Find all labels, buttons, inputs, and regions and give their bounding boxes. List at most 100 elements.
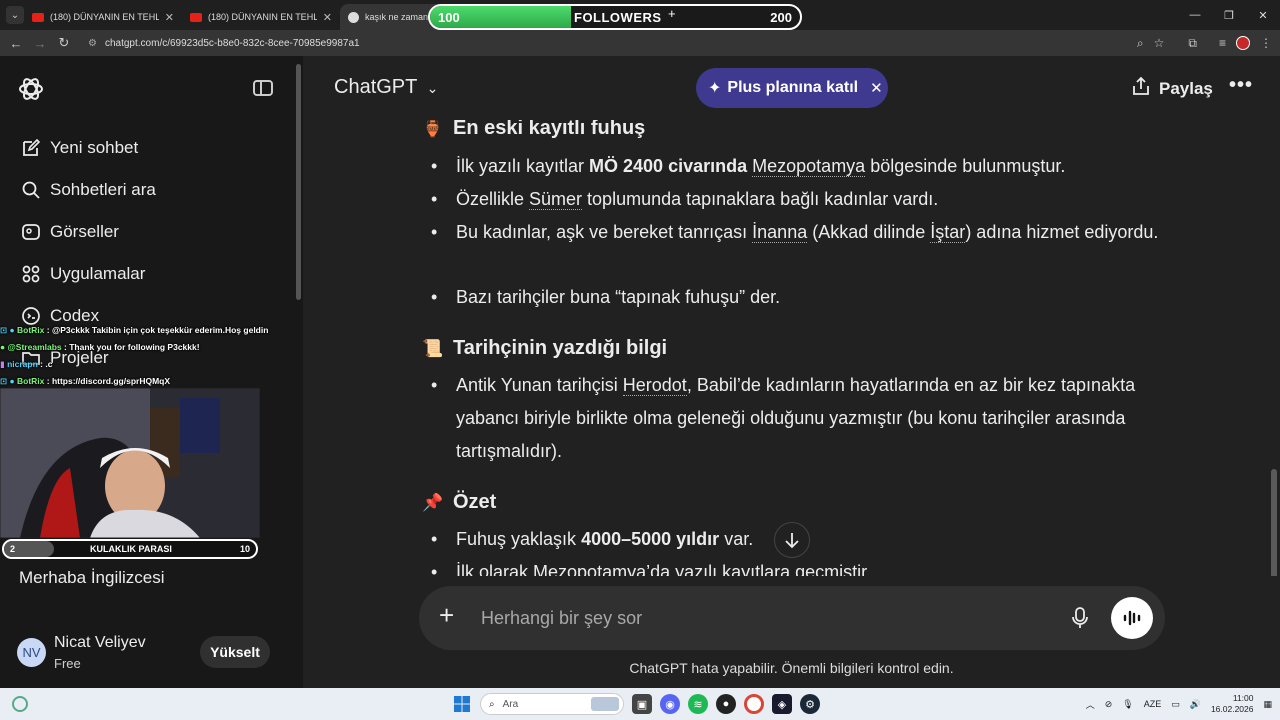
share-button[interactable]: Paylaş: [1131, 76, 1213, 101]
sidebar-item-label: Görseller: [50, 222, 119, 241]
url-field[interactable]: ⚙ chatgpt.com/c/69923d5c-b8e0-832c-8cee-…: [84, 33, 1164, 53]
microphone-icon[interactable]: [1071, 606, 1089, 630]
widgets-icon[interactable]: [12, 696, 28, 712]
display-icon[interactable]: ▭: [1171, 699, 1180, 710]
minimize-icon[interactable]: —: [1178, 0, 1212, 30]
list-item: • İlk yazılı kayıtlar MÖ 2400 civarında …: [431, 156, 1066, 177]
mic-tray-icon[interactable]: 🎙: [1122, 699, 1133, 710]
taskbar-search[interactable]: ⌕ Ara: [480, 693, 624, 715]
entity-link[interactable]: Sümer: [529, 189, 583, 210]
chatgpt-icon: [348, 11, 359, 23]
spotify-icon[interactable]: ≋: [688, 694, 708, 714]
notifications-icon[interactable]: ▦: [1263, 699, 1272, 710]
back-icon[interactable]: ←: [4, 36, 28, 51]
restore-icon[interactable]: ❐: [1212, 0, 1246, 30]
close-tab-icon[interactable]: ✕: [165, 11, 174, 24]
text: (Akkad dilinde: [807, 222, 931, 242]
add-attachment-icon[interactable]: +: [439, 600, 454, 631]
followers-goal-bar: 100 FOLLOWERS + 200: [428, 4, 802, 30]
list-item: • Antik Yunan tarihçisi Herodot, Babil’d…: [431, 375, 1136, 461]
sidebar-item-images[interactable]: Görseller: [20, 218, 119, 246]
text: Özellikle: [456, 189, 530, 209]
taskbar-apps: ⌕ Ara ▣ ◉ ≋ ● ◈ ⚙: [452, 690, 820, 718]
forward-icon[interactable]: →: [28, 36, 52, 51]
profile-avatar-icon[interactable]: [1236, 36, 1250, 50]
close-window-icon[interactable]: ✕: [1246, 0, 1280, 30]
text: Bu kadınlar, aşk ve bereket tanrıçası: [456, 222, 753, 242]
clock-date: 16.02.2026: [1210, 704, 1254, 714]
stream-chat-user: @Streamlabs: [7, 342, 62, 352]
plus-promo-button[interactable]: ✦ Plus planına katıl ✕: [696, 68, 888, 108]
edit-icon: [20, 138, 42, 158]
tab-search-icon[interactable]: ⌄: [6, 6, 24, 24]
sparkle-icon: ✦: [708, 80, 722, 97]
share-label: Paylaş: [1159, 78, 1213, 98]
main-chat-area: 🏺 En eski kayıtlı fuhuş • İlk yazılı kay…: [303, 56, 1280, 688]
obs-icon[interactable]: ●: [716, 694, 736, 714]
sidebar-item-search[interactable]: Sohbetleri ara: [20, 176, 156, 204]
entity-link[interactable]: Mezopotamya: [752, 156, 866, 177]
voice-mode-button[interactable]: [1111, 597, 1153, 639]
model-selector[interactable]: ChatGPT ⌄: [334, 76, 438, 99]
volume-icon[interactable]: 🔊: [1190, 699, 1201, 710]
window-controls: — ❐ ✕: [1178, 0, 1280, 30]
list-item: • Bu kadınlar, aşk ve bereket tanrıçası …: [431, 222, 1159, 243]
close-icon[interactable]: ✕: [870, 79, 883, 97]
text: ) adına hizmet ediyordu.: [965, 222, 1159, 242]
close-tab-icon[interactable]: ✕: [323, 11, 332, 24]
promo-label: Plus planına katıl: [727, 79, 859, 96]
images-icon: [20, 222, 42, 242]
chevron-down-icon: ⌄: [426, 80, 439, 96]
reading-list-icon[interactable]: ≡: [1219, 36, 1226, 50]
windows-start-icon[interactable]: [452, 694, 472, 714]
entity-link[interactable]: İştar: [930, 222, 966, 243]
share-icon: [1131, 76, 1151, 101]
entity-link[interactable]: İnanna: [752, 222, 808, 243]
openai-logo-icon[interactable]: [18, 76, 44, 102]
sidebar-item-new-chat[interactable]: Yeni sohbet: [20, 134, 138, 162]
more-options-icon[interactable]: •••: [1229, 74, 1253, 97]
chat-header: ChatGPT ⌄ ✦ Plus planına katıl ✕ Paylaş …: [303, 56, 1280, 120]
chrome-icon[interactable]: [744, 694, 764, 714]
system-tray: ︿ ⊘ 🎙 AZE ▭ 🔊 11:00 16.02.2026 ▦: [1086, 688, 1272, 720]
sidebar-toggle-icon[interactable]: [253, 80, 273, 96]
discord-icon[interactable]: ◉: [660, 694, 680, 714]
prompt-input[interactable]: [481, 602, 1041, 634]
stream-chat-text: : @P3ckkk Takibin için çok teşekkür eder…: [46, 325, 269, 335]
browser-tab-1[interactable]: (180) DÜNYANIN EN TEHLİKELİ ✕: [24, 4, 182, 30]
clock[interactable]: 11:00 16.02.2026: [1211, 693, 1254, 715]
reload-icon[interactable]: ↻: [52, 35, 76, 51]
stream-chat-text: : https://discord.gg/sprHQMqX: [46, 376, 171, 386]
network-off-icon[interactable]: ⊘: [1105, 699, 1113, 710]
entity-link[interactable]: Herodot: [622, 375, 687, 396]
site-info-icon[interactable]: ⚙: [88, 38, 97, 49]
extensions-icon[interactable]: ⧉: [1188, 36, 1197, 51]
tray-chevron-icon[interactable]: ︿: [1086, 698, 1095, 711]
language-indicator[interactable]: AZE: [1144, 699, 1162, 709]
stream-chat-line: ● @Streamlabs : Thank you for following …: [0, 342, 200, 352]
app-icon[interactable]: ◈: [772, 694, 792, 714]
upgrade-button[interactable]: Yükselt: [200, 636, 270, 668]
zoom-icon[interactable]: ⌕: [1137, 36, 1144, 51]
task-view-icon[interactable]: ▣: [632, 694, 652, 714]
windows-taskbar: ⌕ Ara ▣ ◉ ≋ ● ◈ ⚙ ︿ ⊘ 🎙 AZE ▭ 🔊 11:00 16…: [0, 688, 1280, 720]
scroll-down-button[interactable]: [774, 522, 810, 558]
browser-tab-2[interactable]: (180) DÜNYANIN EN TEHLİKELİ ✕: [182, 4, 340, 30]
stream-chat-text: : .c: [40, 359, 53, 369]
sidebar-scrollbar[interactable]: [296, 64, 301, 300]
bookmark-star-icon[interactable]: ☆: [1154, 36, 1165, 50]
avatar[interactable]: NV: [17, 638, 46, 667]
steam-icon[interactable]: ⚙: [800, 694, 820, 714]
chat-history-item[interactable]: Merhaba İngilizcesi: [19, 568, 165, 588]
sidebar-item-apps[interactable]: Uygulamalar: [20, 260, 145, 288]
browser-menu-icon[interactable]: ⋮: [1260, 36, 1272, 50]
text: Fuhuş yaklaşık: [456, 529, 582, 549]
voice-waveform-icon: [1123, 610, 1141, 626]
stream-chat-user: BotRix: [17, 325, 45, 335]
user-plan: Free: [54, 656, 81, 671]
tab-title: (180) DÜNYANIN EN TEHLİKELİ: [50, 12, 159, 22]
goal-start: 2: [10, 544, 16, 554]
stream-chat-overlay: ⊡ ● BotRix : @P3ckkk Takibin için çok te…: [0, 322, 290, 390]
user-account-row[interactable]: NV Nicat Veliyev Free Yükselt: [0, 616, 303, 688]
stream-chat-user: BotRix: [17, 376, 45, 386]
